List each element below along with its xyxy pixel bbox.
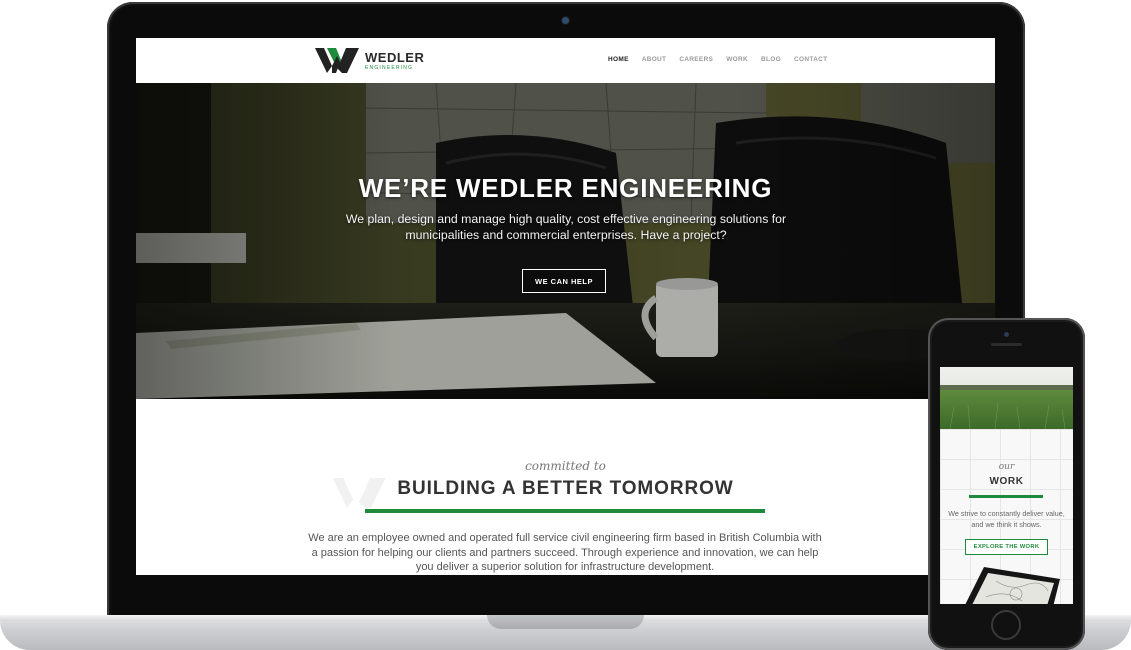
nav-home[interactable]: HOME: [608, 56, 629, 63]
hero-description: We plan, design and manage high quality,…: [345, 212, 787, 242]
phone-description: We strive to constantly deliver value, a…: [948, 509, 1065, 529]
laptop-screen: WEDLER ENGINEERING HOME ABOUT CAREERS WO…: [136, 38, 995, 575]
intro-kicker: committed to: [525, 459, 606, 473]
hero-section: WE’RE WEDLER ENGINEERING We plan, design…: [136, 83, 995, 399]
nav-work[interactable]: WORK: [726, 56, 748, 63]
main-nav: HOME ABOUT CAREERS WORK BLOG CONTACT: [608, 56, 840, 63]
phone-field-photo: [940, 367, 1073, 429]
phone-divider: [969, 495, 1043, 498]
tablet-photo: [965, 567, 1060, 604]
logo-tagline: ENGINEERING: [365, 65, 414, 71]
laptop-notch: [487, 615, 644, 629]
intro-divider: [365, 509, 765, 513]
intro-body: We are an employee owned and operated fu…: [308, 532, 822, 573]
nav-contact[interactable]: CONTACT: [794, 56, 827, 63]
phone-home-button[interactable]: [991, 610, 1021, 640]
phone-title: WORK: [989, 476, 1024, 487]
phone-kicker: our: [998, 462, 1015, 472]
nav-careers[interactable]: CAREERS: [679, 56, 713, 63]
logo-name[interactable]: WEDLER: [365, 50, 424, 65]
phone-screen: our WORK We strive to constantly deliver…: [940, 367, 1073, 604]
explore-the-work-button[interactable]: EXPLORE THE WORK: [965, 539, 1048, 555]
phone-frame: our WORK We strive to constantly deliver…: [928, 318, 1085, 650]
laptop-camera: [562, 17, 569, 24]
nav-blog[interactable]: BLOG: [761, 56, 781, 63]
phone-camera: [1004, 332, 1009, 337]
we-can-help-button[interactable]: WE CAN HELP: [522, 269, 606, 293]
phone-speaker: [991, 343, 1022, 346]
site-header: WEDLER ENGINEERING HOME ABOUT CAREERS WO…: [136, 38, 995, 84]
logo-icon[interactable]: [315, 48, 359, 73]
intro-title: BUILDING A BETTER TOMORROW: [397, 478, 734, 499]
nav-about[interactable]: ABOUT: [642, 56, 667, 63]
hero-title: WE’RE WEDLER ENGINEERING: [358, 173, 773, 203]
